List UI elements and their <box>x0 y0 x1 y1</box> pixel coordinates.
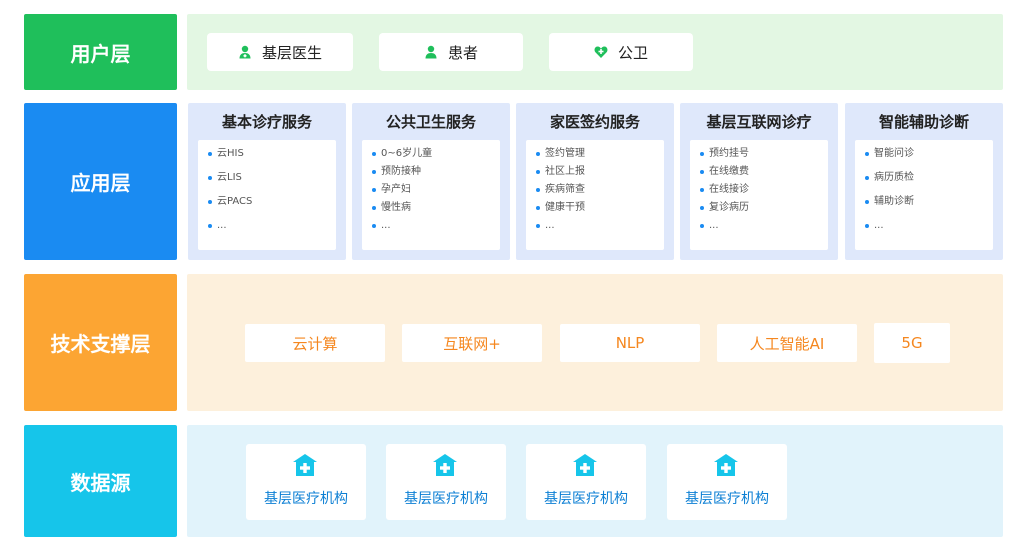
list-item: 辅助诊断 <box>865 196 993 208</box>
tech-item: 云计算 <box>245 324 385 362</box>
app-column-list: 签约管理 社区上报 疾病筛查 健康干预 ... <box>526 140 664 250</box>
app-column-list: 智能问诊 病历质检 辅助诊断 ... <box>855 140 993 250</box>
app-column-title: 基本诊疗服务 <box>221 113 312 131</box>
data-source-label: 基层医疗机构 <box>404 491 488 507</box>
user-card-label: 公卫 <box>617 43 648 62</box>
app-column-list: 预约挂号 在线缴费 在线接诊 复诊病历 ... <box>690 140 828 250</box>
app-column-list: 云HIS 云LIS 云PACS ... <box>198 140 336 250</box>
list-item: 云LIS <box>208 172 336 184</box>
tech-item: 互联网+ <box>402 324 542 362</box>
user-layer-body: 基层医生 患者 公卫 <box>187 14 1003 90</box>
app-layer-label: 应用层 <box>24 103 177 260</box>
app-column-public-health: 公共卫生服务 0~6岁儿童 预防接种 孕产妇 慢性病 ... <box>352 103 510 260</box>
patient-icon <box>425 45 437 59</box>
list-item: 签约管理 <box>536 148 664 160</box>
app-column-title: 家医签约服务 <box>549 113 640 131</box>
list-item: 健康干预 <box>536 202 664 214</box>
hospital-icon <box>433 454 457 476</box>
data-source-card: 基层医疗机构 <box>526 444 646 520</box>
list-item: ... <box>536 220 664 232</box>
data-source-card: 基层医疗机构 <box>246 444 366 520</box>
architecture-diagram: 用户层 基层医生 患者 公卫 应用层 基本诊疗服务 云HIS 云LIS 云PAC… <box>0 0 1019 546</box>
list-item: 在线接诊 <box>700 184 828 196</box>
list-item: ... <box>372 220 500 232</box>
list-item: 云PACS <box>208 196 336 208</box>
hospital-icon <box>573 454 597 476</box>
user-card-label: 基层医生 <box>261 43 322 62</box>
data-source-label: 基层医疗机构 <box>544 491 628 507</box>
user-card-public-health: 公卫 <box>549 33 693 71</box>
hospital-icon <box>293 454 317 476</box>
list-item: ... <box>700 220 828 232</box>
app-column-title: 智能辅助诊断 <box>878 113 969 131</box>
heart-plus-icon <box>594 46 608 58</box>
tech-item: 5G <box>874 323 950 363</box>
user-layer-label: 用户层 <box>24 14 177 90</box>
tech-layer-body: 云计算 互联网+ NLP 人工智能AI 5G <box>187 274 1003 411</box>
data-source-label: 基层医疗机构 <box>264 491 348 507</box>
list-item: 病历质检 <box>865 172 993 184</box>
list-item: 预防接种 <box>372 166 500 178</box>
data-layer-label: 数据源 <box>24 425 177 537</box>
app-column-list: 0~6岁儿童 预防接种 孕产妇 慢性病 ... <box>362 140 500 250</box>
app-column-title: 公共卫生服务 <box>385 113 476 131</box>
user-card-patient: 患者 <box>379 33 523 71</box>
user-card-doctor: 基层医生 <box>207 33 353 71</box>
app-column-basic-care: 基本诊疗服务 云HIS 云LIS 云PACS ... <box>188 103 346 260</box>
list-item: 社区上报 <box>536 166 664 178</box>
tech-layer-label: 技术支撑层 <box>24 274 177 411</box>
list-item: ... <box>865 220 993 232</box>
data-source-card: 基层医疗机构 <box>667 444 787 520</box>
app-column-internet-care: 基层互联网诊疗 预约挂号 在线缴费 在线接诊 复诊病历 ... <box>680 103 838 260</box>
list-item: 疾病筛查 <box>536 184 664 196</box>
list-item: 在线缴费 <box>700 166 828 178</box>
list-item: 孕产妇 <box>372 184 500 196</box>
app-column-title: 基层互联网诊疗 <box>706 113 812 131</box>
data-source-label: 基层医疗机构 <box>685 491 769 507</box>
list-item: 慢性病 <box>372 202 500 214</box>
data-source-card: 基层医疗机构 <box>386 444 506 520</box>
app-column-ai-diagnosis: 智能辅助诊断 智能问诊 病历质检 辅助诊断 ... <box>845 103 1003 260</box>
list-item: 0~6岁儿童 <box>372 148 500 160</box>
app-column-family-doctor: 家医签约服务 签约管理 社区上报 疾病筛查 健康干预 ... <box>516 103 674 260</box>
hospital-icon <box>714 454 738 476</box>
list-item: 智能问诊 <box>865 148 993 160</box>
data-layer-body: 基层医疗机构 基层医疗机构 基层医疗机构 基层医疗机构 <box>187 425 1003 537</box>
list-item: 复诊病历 <box>700 202 828 214</box>
tech-item: NLP <box>560 324 700 362</box>
list-item: ... <box>208 220 336 232</box>
list-item: 云HIS <box>208 148 336 160</box>
doctor-icon <box>239 45 251 59</box>
tech-item: 人工智能AI <box>717 324 857 362</box>
user-card-label: 患者 <box>447 43 478 62</box>
list-item: 预约挂号 <box>700 148 828 160</box>
